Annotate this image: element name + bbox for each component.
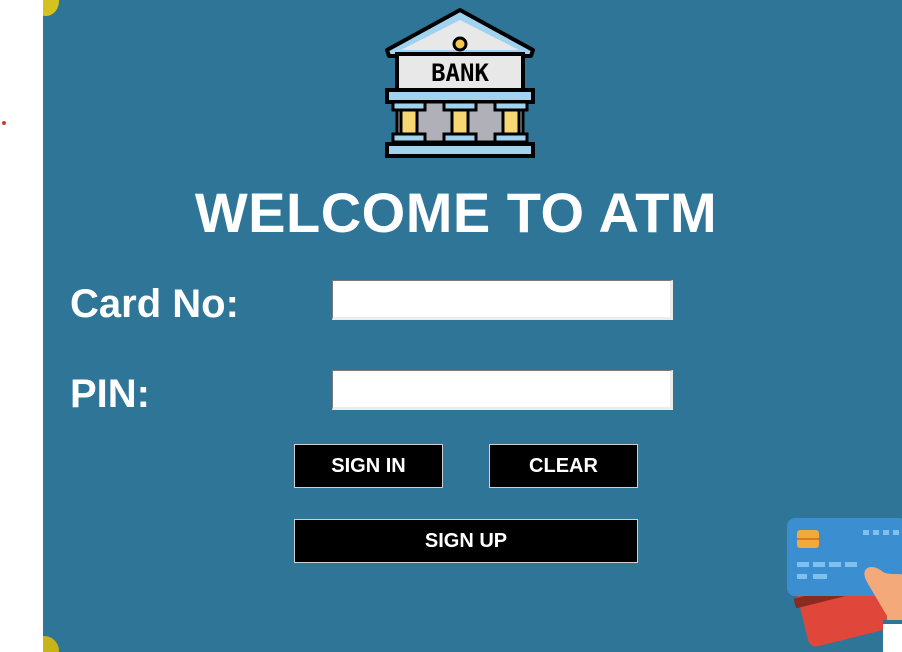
bank-building-icon: BANK <box>385 8 535 158</box>
credit-cards-hand-icon <box>787 518 902 652</box>
sign-in-button[interactable]: SIGN IN <box>294 444 443 488</box>
card-number-label: Card No: <box>70 282 239 326</box>
sign-up-button[interactable]: SIGN UP <box>294 519 638 563</box>
red-dot-marker <box>2 121 6 125</box>
clear-button[interactable]: CLEAR <box>489 444 638 488</box>
atm-login-window: BANK WELCOME TO ATM Card No: PIN: SIGN I… <box>0 0 902 652</box>
pin-input[interactable] <box>332 370 673 410</box>
login-panel: BANK WELCOME TO ATM Card No: PIN: SIGN I… <box>43 0 902 652</box>
bank-logo-text: BANK <box>431 59 489 87</box>
pin-label: PIN: <box>70 372 150 416</box>
page-title: WELCOME TO ATM <box>194 181 718 244</box>
corner-decoration-bottom <box>43 636 59 652</box>
card-number-input[interactable] <box>332 280 673 320</box>
corner-decoration-top <box>43 0 59 16</box>
